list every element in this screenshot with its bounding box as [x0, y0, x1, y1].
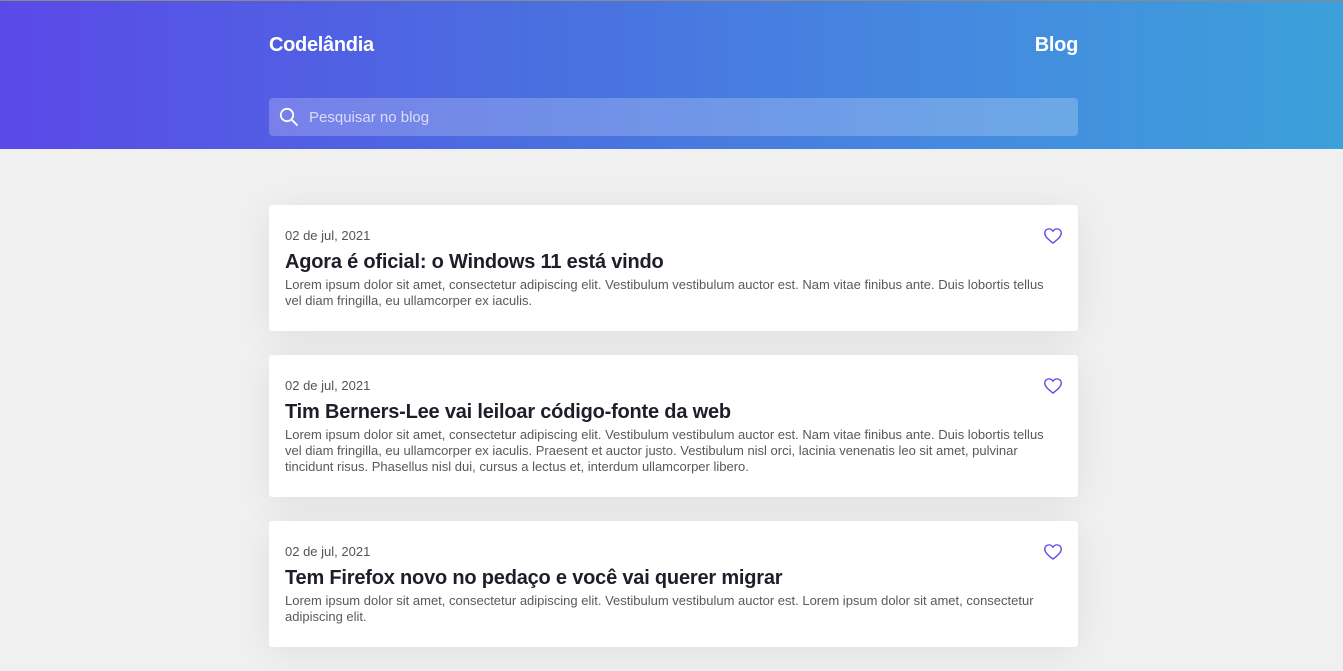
- search-bar[interactable]: [269, 98, 1078, 136]
- post-title[interactable]: Agora é oficial: o Windows 11 está vindo: [285, 250, 1062, 274]
- post-date: 02 de jul, 2021: [285, 544, 371, 559]
- post-excerpt: Lorem ipsum dolor sit amet, consectetur …: [285, 593, 1034, 624]
- post-list: 02 de jul, 2021 Agora é oficial: o Windo…: [269, 205, 1078, 671]
- post-card[interactable]: 02 de jul, 2021 Tem Firefox novo no peda…: [269, 521, 1078, 647]
- post-excerpt: Lorem ipsum dolor sit amet, consectetur …: [285, 427, 1044, 474]
- post-card[interactable]: 02 de jul, 2021 Tim Berners-Lee vai leil…: [269, 355, 1078, 497]
- post-excerpt: Lorem ipsum dolor sit amet, consectetur …: [285, 277, 1044, 308]
- heart-icon[interactable]: [1042, 225, 1064, 247]
- post-date: 02 de jul, 2021: [285, 228, 371, 243]
- post-title[interactable]: Tem Firefox novo no pedaço e você vai qu…: [285, 566, 1062, 590]
- post-title[interactable]: Tim Berners-Lee vai leiloar código-fonte…: [285, 400, 1062, 424]
- post-date: 02 de jul, 2021: [285, 378, 371, 393]
- nav-link-blog[interactable]: Blog: [1035, 34, 1079, 57]
- search-icon[interactable]: [269, 98, 309, 136]
- site-header: Codelândia Blog: [0, 0, 1343, 149]
- heart-icon[interactable]: [1042, 541, 1064, 563]
- heart-icon[interactable]: [1042, 375, 1064, 397]
- brand-logo[interactable]: Codelândia: [269, 34, 374, 57]
- post-card[interactable]: 02 de jul, 2021 Agora é oficial: o Windo…: [269, 205, 1078, 331]
- search-input[interactable]: [309, 98, 1078, 136]
